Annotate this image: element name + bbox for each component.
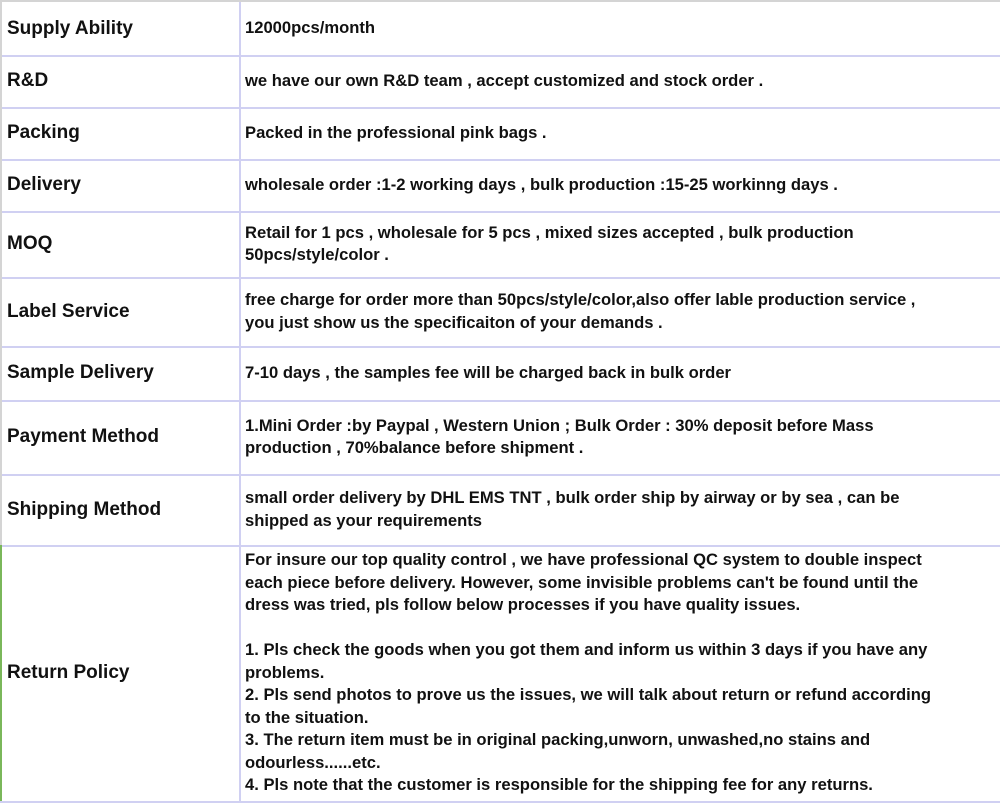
table-row-delivery: Delivery wholesale order :1-2 working da… — [0, 159, 1000, 213]
table-row-payment-method: Payment Method 1.Mini Order :by Paypal ,… — [0, 400, 1000, 476]
row-value: 12000pcs/month — [245, 18, 376, 38]
table-row-moq: MOQ Retail for 1 pcs , wholesale for 5 p… — [0, 211, 1000, 279]
row-value: Packed in the professional pink bags . — [245, 122, 547, 142]
product-info-table: Supply Ability 12000pcs/month R&D we hav… — [0, 0, 1000, 803]
table-row-rd: R&D we have our own R&D team , accept cu… — [0, 55, 1000, 109]
row-label: Payment Method — [0, 400, 241, 474]
row-label: R&D — [0, 55, 241, 107]
table-row-label-service: Label Service free charge for order more… — [0, 277, 1000, 348]
row-label: Return Policy — [0, 545, 241, 801]
row-value: For insure our top quality control , we … — [245, 550, 931, 795]
row-value: small order delivery by DHL EMS TNT , bu… — [245, 488, 900, 530]
table-row-return-policy: Return Policy For insure our top quality… — [0, 545, 1000, 803]
row-value: 1.Mini Order :by Paypal , Western Union … — [245, 415, 874, 458]
table-row-shipping-method: Shipping Method small order delivery by … — [0, 474, 1000, 547]
table-row-packing: Packing Packed in the professional pink … — [0, 107, 1000, 161]
row-value: Retail for 1 pcs , wholesale for 5 pcs ,… — [245, 222, 854, 265]
row-label: Delivery — [0, 159, 241, 211]
row-value: 7-10 days , the samples fee will be char… — [245, 362, 732, 382]
row-label: Shipping Method — [0, 474, 241, 545]
row-value: free charge for order more than 50pcs/st… — [245, 290, 916, 332]
row-label: Label Service — [0, 277, 241, 346]
row-label: Sample Delivery — [0, 346, 241, 400]
table-row-sample-delivery: Sample Delivery 7-10 days , the samples … — [0, 346, 1000, 402]
row-value: wholesale order :1-2 working days , bulk… — [245, 174, 838, 194]
table-row-supply-ability: Supply Ability 12000pcs/month — [0, 2, 1000, 57]
row-value: we have our own R&D team , accept custom… — [245, 70, 764, 90]
row-label: Supply Ability — [0, 2, 241, 55]
row-label: Packing — [0, 107, 241, 159]
row-label: MOQ — [0, 211, 241, 277]
